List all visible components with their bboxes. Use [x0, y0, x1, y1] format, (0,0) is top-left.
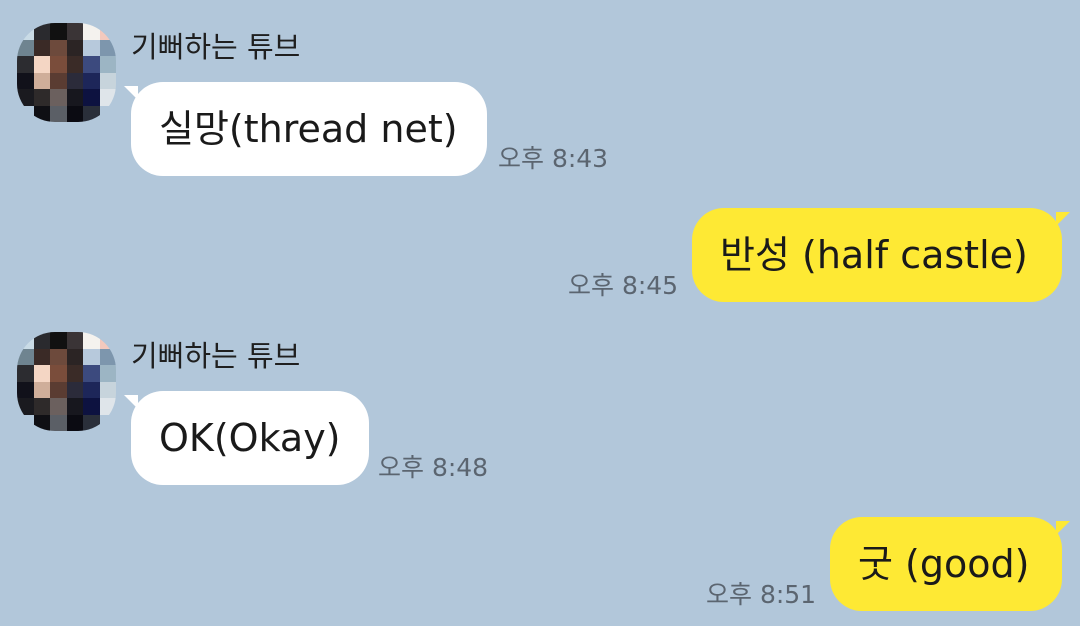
avatar-pixel [17, 56, 34, 73]
avatar-pixel [66, 365, 83, 382]
avatar-pixel [99, 414, 116, 431]
bubble-tail [1056, 521, 1070, 535]
message-bubble[interactable]: OK(Okay) [131, 391, 369, 485]
message-text: 반성 (half castle) [720, 233, 1028, 277]
avatar-pixel [66, 72, 83, 89]
avatar-pixel [50, 414, 67, 431]
avatar-pixel [50, 381, 67, 398]
avatar-pixel [17, 398, 34, 415]
avatar-pixel [50, 365, 67, 382]
avatar-pixel [50, 56, 67, 73]
avatar-pixel [17, 332, 34, 349]
avatar-pixel [33, 89, 50, 106]
avatar-pixel [66, 89, 83, 106]
avatar-pixel [99, 72, 116, 89]
avatar-pixel [99, 381, 116, 398]
avatar-pixel [17, 414, 34, 431]
avatar-pixel [66, 332, 83, 349]
sender-name: 기뻐하는 튜브 [131, 30, 301, 64]
avatar-pixel [99, 89, 116, 106]
avatar-pixel [83, 72, 100, 89]
avatar-pixel [99, 39, 116, 56]
avatar-pixel [83, 23, 100, 40]
avatar-pixel [83, 332, 100, 349]
avatar-pixel [50, 332, 67, 349]
avatar-pixel [83, 39, 100, 56]
avatar-pixel [33, 39, 50, 56]
avatar-pixel [17, 381, 34, 398]
avatar-pixel [66, 56, 83, 73]
avatar-pixel [33, 381, 50, 398]
avatar-pixel [50, 398, 67, 415]
avatar[interactable] [17, 332, 116, 431]
avatar-pixel [17, 72, 34, 89]
avatar-pixel [83, 381, 100, 398]
avatar-pixel [17, 89, 34, 106]
avatar-pixel [99, 105, 116, 122]
avatar-pixel [99, 23, 116, 40]
message-bubble[interactable]: 실망(thread net) [131, 82, 487, 176]
message-bubble[interactable]: 반성 (half castle) [692, 208, 1062, 302]
avatar-pixel [33, 56, 50, 73]
avatar-pixel [50, 348, 67, 365]
avatar-pixel [50, 105, 67, 122]
avatar-pixel [99, 365, 116, 382]
message-time: 오후 8:48 [378, 453, 489, 482]
avatar-pixel [83, 105, 100, 122]
avatar-pixel [33, 414, 50, 431]
avatar-pixel [83, 348, 100, 365]
sender-name: 기뻐하는 튜브 [131, 339, 301, 373]
avatar-pixel [17, 105, 34, 122]
avatar-pixel [83, 89, 100, 106]
avatar-pixel [17, 365, 34, 382]
avatar-pixel [66, 348, 83, 365]
avatar-pixel [50, 23, 67, 40]
avatar-pixel [50, 89, 67, 106]
avatar-pixel [66, 39, 83, 56]
avatar[interactable] [17, 23, 116, 122]
bubble-tail [1056, 212, 1070, 226]
message-text: 굿 (good) [858, 542, 1030, 586]
avatar-pixel [33, 72, 50, 89]
avatar-pixel [66, 23, 83, 40]
message-time: 오후 8:45 [568, 271, 679, 300]
avatar-pixel [83, 365, 100, 382]
message-text: 실망(thread net) [159, 107, 458, 151]
avatar-pixel [50, 72, 67, 89]
avatar-pixel [33, 332, 50, 349]
avatar-pixel [33, 348, 50, 365]
avatar-pixel [17, 39, 34, 56]
message-text: OK(Okay) [159, 416, 341, 460]
avatar-pixel [83, 56, 100, 73]
message-time: 오후 8:43 [498, 144, 609, 173]
avatar-pixel [66, 105, 83, 122]
message-time: 오후 8:51 [706, 580, 817, 609]
avatar-pixel [33, 398, 50, 415]
avatar-pixel [33, 105, 50, 122]
avatar-pixel [66, 398, 83, 415]
avatar-pixel [66, 381, 83, 398]
avatar-pixel [83, 414, 100, 431]
avatar-pixel [33, 23, 50, 40]
avatar-pixel [99, 56, 116, 73]
avatar-pixel [83, 398, 100, 415]
avatar-pixel [99, 348, 116, 365]
avatar-pixel [33, 365, 50, 382]
avatar-pixel [17, 23, 34, 40]
avatar-pixel [99, 398, 116, 415]
avatar-pixel [99, 332, 116, 349]
message-bubble[interactable]: 굿 (good) [830, 517, 1062, 611]
avatar-pixel [66, 414, 83, 431]
avatar-pixel [50, 39, 67, 56]
avatar-pixel [17, 348, 34, 365]
